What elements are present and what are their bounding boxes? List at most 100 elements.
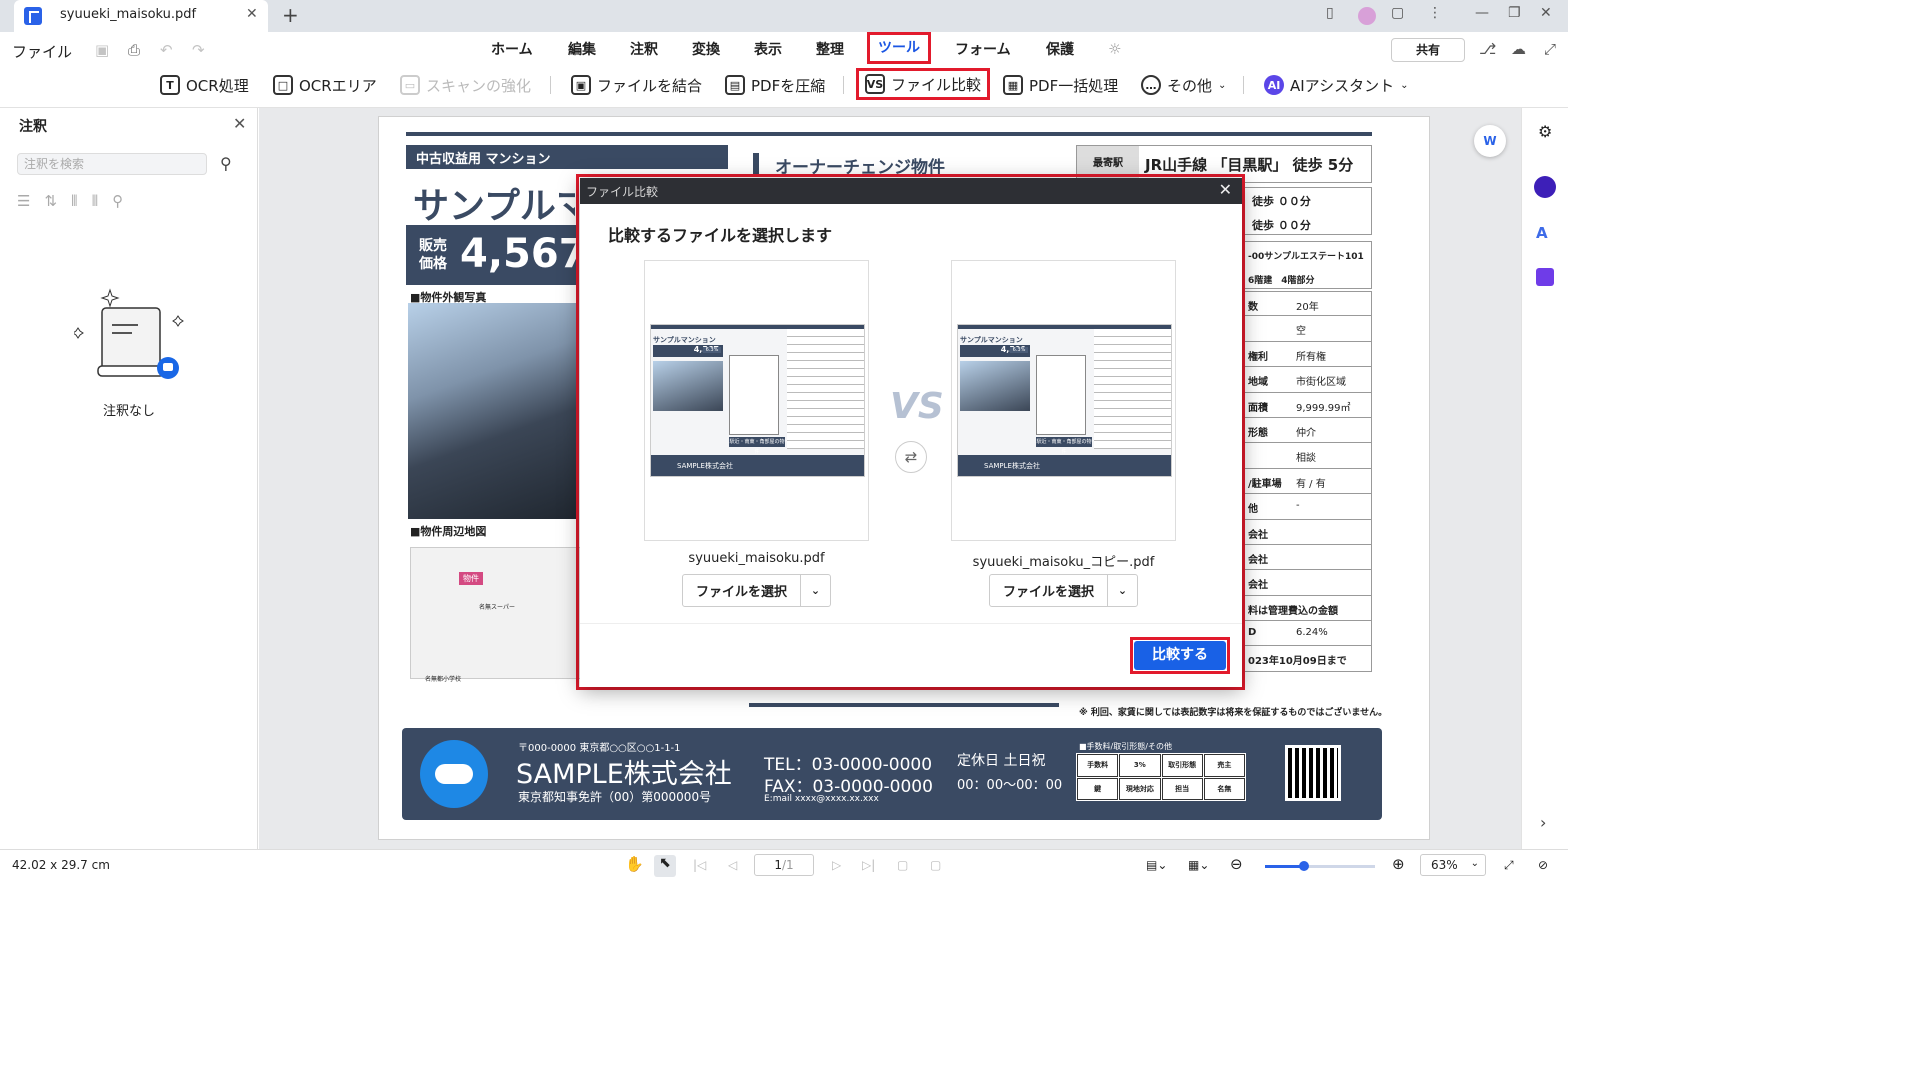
zoom-out-icon[interactable]: ⊖ <box>1230 855 1243 873</box>
fee-cell: 名無 <box>1203 777 1245 800</box>
menu-annotate[interactable]: 注釈 <box>630 39 658 59</box>
ocr-area-button[interactable]: □ OCRエリア <box>273 72 377 98</box>
chevron-right-icon[interactable]: › <box>1540 813 1546 832</box>
left-thumb-footer: SAMPLE株式会社 <box>651 455 864 476</box>
enhance-scan-button[interactable]: ▭ スキャンの強化 <box>400 72 531 98</box>
select-tool-icon[interactable]: ⬉ <box>654 855 676 877</box>
separator <box>843 76 844 94</box>
zoom-select[interactable]: 63% ⌄ <box>1420 854 1486 876</box>
combine-files-button[interactable]: ▣ ファイルを結合 <box>571 72 702 98</box>
rotate-icon[interactable]: ▢ <box>930 858 941 872</box>
redo-icon[interactable]: ↷ <box>192 41 205 59</box>
batch-pdf-button[interactable]: ▦ PDF一括処理 <box>1003 72 1118 98</box>
empty-annotation-text: 注釈なし <box>103 404 156 419</box>
translate-icon[interactable]: A <box>1536 224 1548 242</box>
dialog-close-icon[interactable]: ✕ <box>1219 180 1232 199</box>
ai-icon: AI <box>1264 75 1284 95</box>
swap-files-icon[interactable]: ⇄ <box>895 441 927 473</box>
left-thumb-photo <box>653 361 723 411</box>
close-tab-icon[interactable]: ✕ <box>246 6 258 22</box>
menu-edit[interactable]: 編集 <box>568 39 596 59</box>
translate-float-icon[interactable]: W <box>1474 125 1506 157</box>
flow-icon[interactable]: ⎇ <box>1479 40 1496 58</box>
close-window-icon[interactable]: ✕ <box>1540 5 1552 21</box>
menu-view[interactable]: 表示 <box>754 39 782 59</box>
spec-key: D <box>1248 627 1257 639</box>
expand-icon[interactable]: ⤢ <box>1544 40 1556 58</box>
properties-icon[interactable]: ⚙ <box>1538 122 1552 141</box>
menu-convert[interactable]: 変換 <box>692 39 720 59</box>
menu-protect[interactable]: 保護 <box>1046 39 1074 59</box>
company-license: 東京都知事免許（00）第000000号 <box>518 790 712 804</box>
fit-width-icon[interactable]: ⊘ <box>1538 858 1548 872</box>
document-tab[interactable]: syuueki_maisoku.pdf ✕ <box>14 0 268 32</box>
first-page-icon[interactable]: |◁ <box>693 858 706 872</box>
minimize-icon[interactable]: — <box>1475 5 1489 21</box>
compare-button[interactable]: 比較する <box>1134 641 1226 670</box>
spec-row: 023年10月09日まで <box>1241 646 1372 672</box>
chat-icon[interactable]: ▢ <box>1391 5 1404 21</box>
more-tools-button[interactable]: … その他 ⌄ <box>1141 72 1226 98</box>
ocr-button[interactable]: T OCR処理 <box>160 72 249 98</box>
spec-key: 数 <box>1248 302 1258 313</box>
search-icon[interactable]: ⚲ <box>220 154 232 173</box>
page-layout-icon[interactable]: ▤⌄ <box>1146 858 1167 872</box>
left-file-preview[interactable]: サンプルマンション 4,567 6.3% 駅近・南東・角部屋の物件 SAMPLE… <box>644 260 869 541</box>
device-icon[interactable]: ▯ <box>1326 5 1334 21</box>
undo-icon[interactable]: ↶ <box>160 41 173 59</box>
ai-robot-icon[interactable] <box>1534 176 1556 198</box>
last-page-icon[interactable]: ▷| <box>862 858 875 872</box>
annotation-filter-tools[interactable]: ☰⇅⦀⦀⚲ <box>17 192 137 210</box>
menu-tools[interactable]: ツール <box>867 32 931 64</box>
prev-page-icon[interactable]: ◁ <box>728 858 737 872</box>
doc-title: サンプルマンション <box>413 186 575 227</box>
left-choose-file-button[interactable]: ファイルを選択 ⌄ <box>682 574 831 607</box>
batch-label: PDF一括処理 <box>1029 76 1119 95</box>
page-number-input[interactable]: 1/1 <box>754 854 814 876</box>
zoom-slider[interactable] <box>1265 861 1375 871</box>
save-icon[interactable]: ▣ <box>95 41 109 59</box>
menu-home[interactable]: ホーム <box>491 39 533 59</box>
qr-code <box>1285 745 1341 801</box>
chevron-down-icon[interactable]: ⌄ <box>1107 575 1137 606</box>
cloud-upload-icon[interactable]: ☁ <box>1511 40 1526 58</box>
display-mode-icon[interactable]: ▦⌄ <box>1188 858 1209 872</box>
lightbulb-icon[interactable]: ☼ <box>1108 40 1121 58</box>
fit-page-icon[interactable]: ▢ <box>897 858 908 872</box>
annotation-search-input[interactable]: 注釈を検索 <box>17 153 207 175</box>
avatar[interactable] <box>1358 7 1376 25</box>
disclaimer-note: ※ 利回、家賃に関しては表記数字は将来を保証するものではございません。 <box>1079 708 1388 718</box>
spec-row: 空 <box>1241 316 1372 342</box>
right-file-preview[interactable]: サンプルマンション 4,500 6.3% 駅近・南東・角部屋の物件 SAMPLE… <box>951 260 1176 541</box>
menu-organize[interactable]: 整理 <box>816 39 844 59</box>
company-holiday: 定休日 土日祝 <box>957 753 1046 769</box>
close-panel-icon[interactable]: ✕ <box>233 114 246 133</box>
check-icon[interactable] <box>1536 268 1554 286</box>
app-logo-icon <box>24 7 42 25</box>
maximize-icon[interactable]: ❐ <box>1508 5 1521 21</box>
hand-tool-icon[interactable]: ✋ <box>625 855 644 873</box>
ai-assistant-button[interactable]: AI AIアシスタント ⌄ <box>1264 72 1408 98</box>
new-tab-icon[interactable]: + <box>282 3 299 27</box>
menu-forms[interactable]: フォーム <box>955 39 1011 59</box>
share-button[interactable]: 共有 <box>1391 38 1465 62</box>
spec-key: /駐車場 <box>1248 478 1282 490</box>
compress-pdf-button[interactable]: ▤ PDFを圧縮 <box>725 72 825 98</box>
fee-cell: 現地対応 <box>1119 777 1161 800</box>
print-icon[interactable]: ⎙ <box>128 41 140 59</box>
file-menu[interactable]: ファイル <box>12 41 72 62</box>
compare-files-button[interactable]: VS ファイル比較 <box>856 68 991 100</box>
left-thumb-pct: 6.3% <box>703 347 721 353</box>
right-choose-file-button[interactable]: ファイルを選択 ⌄ <box>989 574 1138 607</box>
chevron-down-icon[interactable]: ⌄ <box>800 575 830 606</box>
right-toolbar: ⚙ A › <box>1521 108 1568 849</box>
combine-icon: ▣ <box>571 75 591 95</box>
ocr-area-icon: □ <box>273 75 293 95</box>
spec-key: 権利 <box>1248 351 1268 363</box>
fullscreen-icon[interactable]: ⤢ <box>1504 858 1514 873</box>
chevron-down-icon: ⌄ <box>1400 79 1409 91</box>
walk-1: 徒歩 ００分 <box>1252 195 1311 208</box>
zoom-in-icon[interactable]: ⊕ <box>1392 855 1405 873</box>
next-page-icon[interactable]: ▷ <box>832 858 841 872</box>
more-icon[interactable]: ⋮ <box>1428 5 1442 21</box>
